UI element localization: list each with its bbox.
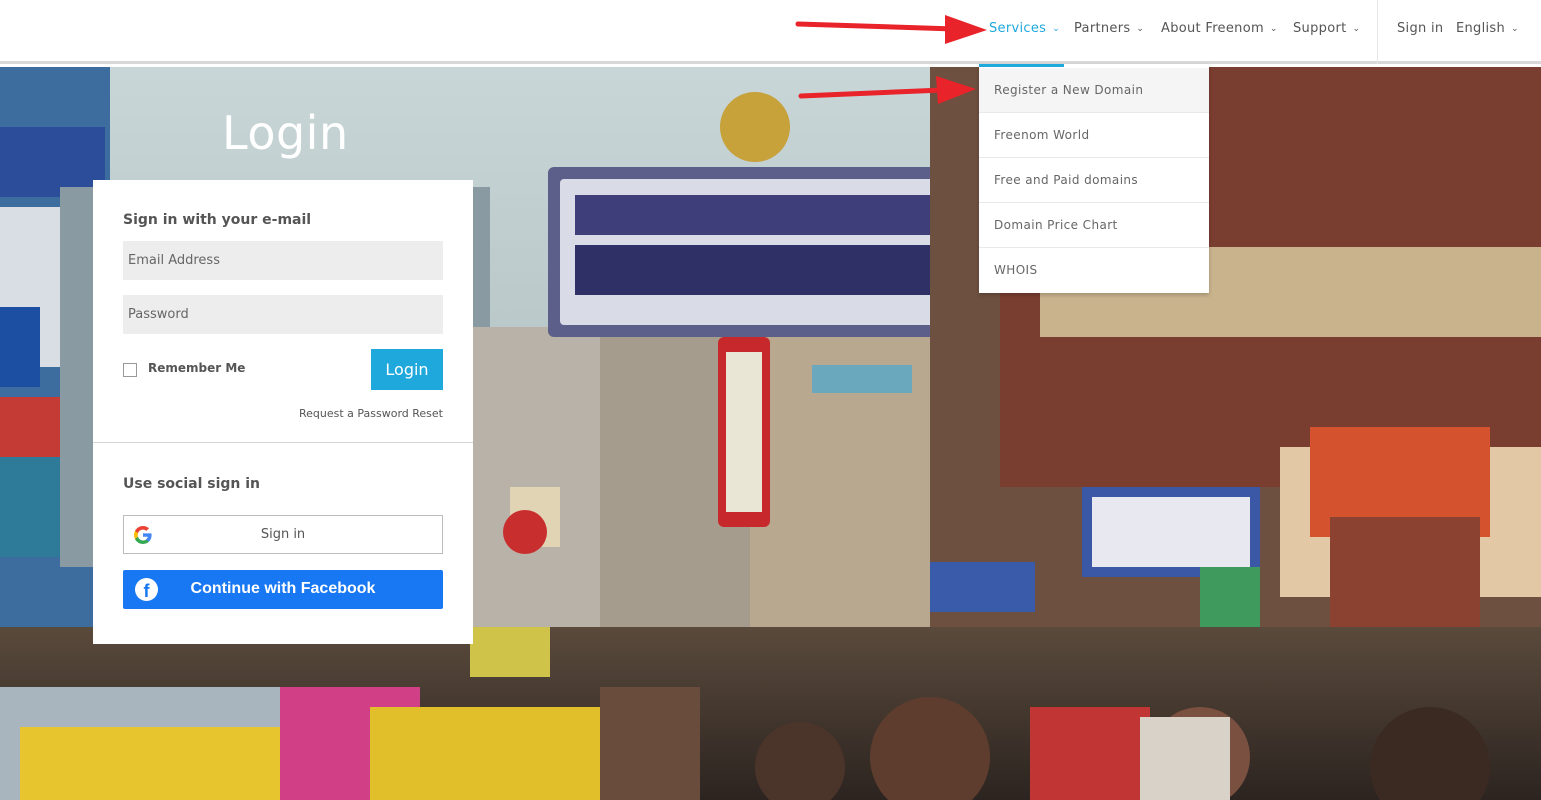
nav-support-label: Support	[1293, 21, 1347, 36]
nav-sign-in[interactable]: Sign in	[1397, 21, 1443, 41]
email-field[interactable]	[123, 241, 443, 280]
chevron-down-icon: ⌄	[1136, 24, 1145, 34]
menu-item-whois[interactable]: WHOIS	[979, 248, 1209, 293]
dropdown-active-indicator	[979, 64, 1064, 67]
menu-item-freenom-world[interactable]: Freenom World	[979, 113, 1209, 158]
google-signin-label: Sign in	[260, 527, 306, 542]
chevron-down-icon: ⌄	[1511, 24, 1519, 34]
services-dropdown-menu: Register a New Domain Freenom World Free…	[979, 64, 1209, 293]
password-reset-link[interactable]: Request a Password Reset	[299, 407, 443, 420]
nav-about[interactable]: About Freenom ⌄	[1161, 21, 1278, 41]
nav-divider	[1377, 0, 1378, 64]
menu-item-register-domain[interactable]: Register a New Domain	[979, 68, 1209, 113]
login-button[interactable]: Login	[371, 349, 443, 390]
page-title: Login	[222, 106, 349, 160]
nav-services[interactable]: Services ⌄	[989, 21, 1060, 41]
card-divider	[93, 442, 473, 443]
nav-about-label: About Freenom	[1161, 21, 1264, 36]
nav-services-label: Services	[989, 21, 1047, 36]
facebook-signin-label: Continue with Facebook	[190, 580, 376, 597]
chevron-down-icon: ⌄	[1052, 24, 1061, 34]
language-selector[interactable]: English ⌄	[1456, 21, 1519, 41]
menu-item-domain-price-chart[interactable]: Domain Price Chart	[979, 203, 1209, 248]
top-navigation: Services ⌄ Partners ⌄ About Freenom ⌄ Suppo…	[0, 0, 1541, 64]
language-label: English	[1456, 21, 1506, 36]
menu-item-free-paid-domains[interactable]: Free and Paid domains	[979, 158, 1209, 203]
remember-me-label: Remember Me	[148, 361, 246, 375]
remember-me-checkbox[interactable]	[123, 363, 137, 377]
chevron-down-icon: ⌄	[1352, 24, 1361, 34]
annotation-arrow-icon	[795, 15, 987, 44]
login-card: Sign in with your e-mail Remember Me Log…	[93, 180, 473, 644]
annotation-arrow-icon	[798, 76, 976, 104]
chevron-down-icon: ⌄	[1269, 24, 1278, 34]
facebook-signin-button[interactable]: f Continue with Facebook	[123, 570, 443, 609]
google-signin-button[interactable]: Sign in	[123, 515, 443, 554]
password-field[interactable]	[123, 295, 443, 334]
nav-support[interactable]: Support ⌄	[1293, 21, 1360, 41]
social-signin-heading: Use social sign in	[123, 476, 260, 492]
nav-partners[interactable]: Partners ⌄	[1074, 21, 1144, 41]
nav-partners-label: Partners	[1074, 21, 1131, 36]
email-signin-heading: Sign in with your e-mail	[123, 212, 312, 228]
